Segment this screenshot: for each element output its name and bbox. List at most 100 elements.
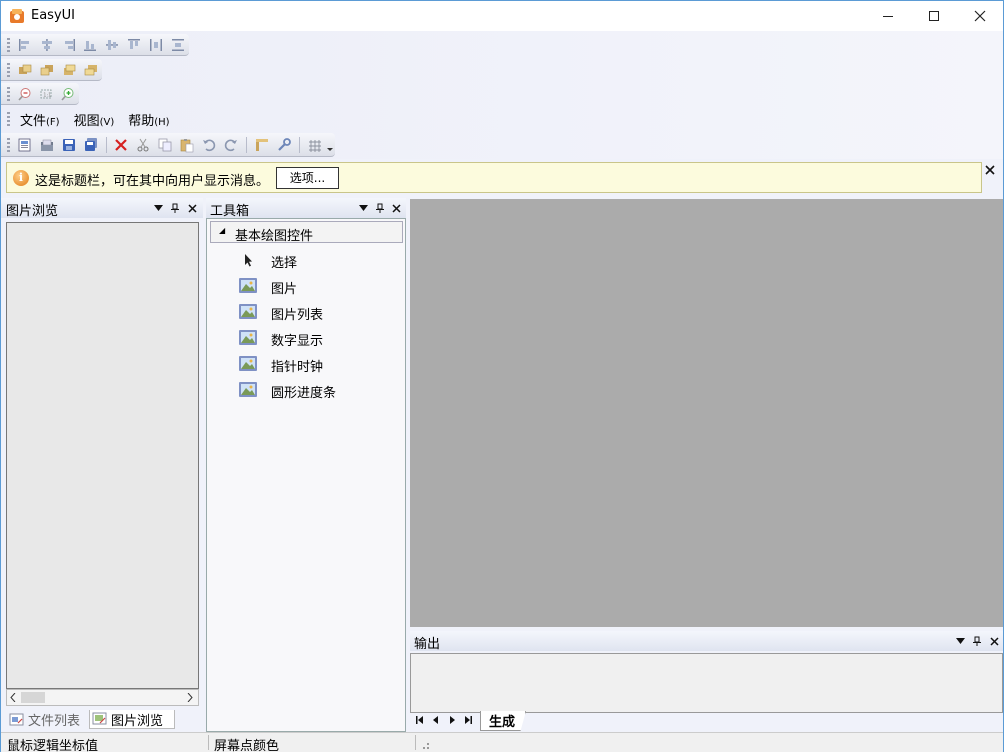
output-panel: 输出 生成 <box>410 631 1003 731</box>
tab-build[interactable]: 生成 <box>480 711 527 731</box>
menu-view[interactable]: 视图(V) <box>74 110 115 129</box>
send-backward-button[interactable] <box>82 62 99 78</box>
align-middle-button[interactable] <box>104 37 121 53</box>
bring-to-front-button[interactable] <box>16 62 33 78</box>
panel-pin-button[interactable] <box>373 199 387 217</box>
save-button[interactable] <box>60 137 77 153</box>
align-right-button[interactable] <box>60 37 77 53</box>
grid-button[interactable] <box>306 137 323 153</box>
redo-button[interactable] <box>223 137 240 153</box>
zoom-in-button[interactable] <box>60 86 77 102</box>
panel-dropdown-button[interactable] <box>356 199 370 217</box>
delete-button[interactable] <box>113 137 130 153</box>
toolbar-grip[interactable] <box>7 62 10 77</box>
close-button[interactable] <box>957 1 1003 31</box>
next-tab-button[interactable] <box>445 713 459 727</box>
first-tab-button[interactable] <box>413 713 427 727</box>
tab-image-browse-label: 图片浏览 <box>111 713 164 729</box>
bring-forward-button[interactable] <box>60 62 77 78</box>
new-file-icon <box>18 138 31 151</box>
output-tab-strip: 生成 <box>410 711 1003 731</box>
toolbox-item-image-list[interactable]: 图片列表 <box>237 300 397 323</box>
properties-button[interactable] <box>253 137 270 153</box>
distribute-vertical-button[interactable] <box>170 37 187 53</box>
tool-label: 图片列表 <box>271 308 324 323</box>
prev-tab-button[interactable] <box>429 713 443 727</box>
bring-forward-icon <box>63 64 76 75</box>
copy-icon <box>158 138 172 151</box>
tab-file-list-label: 文件列表 <box>28 714 81 729</box>
menu-help-label: 帮助 <box>128 113 155 129</box>
close-icon <box>391 203 401 213</box>
panel-close-button[interactable] <box>389 199 403 217</box>
scrollbar-thumb[interactable] <box>21 692 45 703</box>
status-screen-color: 屏幕点颜色 <box>214 739 280 754</box>
panel-pin-button[interactable] <box>168 199 182 217</box>
align-top-button[interactable] <box>126 37 143 53</box>
image-browse-icon <box>92 712 107 725</box>
align-center-icon <box>41 38 52 51</box>
zoom-out-button[interactable] <box>16 86 33 102</box>
menubar-grip[interactable] <box>7 112 10 126</box>
cut-button[interactable] <box>135 137 152 153</box>
menu-help[interactable]: 帮助(H) <box>128 110 169 129</box>
toolbox-item-circular-progress[interactable]: 圆形进度条 <box>237 378 397 401</box>
settings-button[interactable] <box>275 137 292 153</box>
title-bar[interactable]: EasyUI <box>1 1 1003 31</box>
toolbox-category[interactable]: ◢ 基本绘图控件 <box>210 221 403 244</box>
menu-file[interactable]: 文件(F) <box>20 110 60 129</box>
tab-file-list[interactable]: 文件列表 <box>7 710 80 729</box>
align-middle-icon <box>106 39 119 50</box>
toolbox-item-pointer-clock[interactable]: 指针时钟 <box>237 352 397 375</box>
distribute-horizontal-button[interactable] <box>148 37 165 53</box>
undo-button[interactable] <box>201 137 218 153</box>
infobar-close-button[interactable] <box>985 163 995 179</box>
align-left-button[interactable] <box>16 37 33 53</box>
open-button[interactable] <box>38 137 55 153</box>
resize-grip-icon[interactable] <box>419 739 431 751</box>
horizontal-scrollbar[interactable] <box>6 689 199 706</box>
close-icon <box>985 165 995 175</box>
output-header[interactable]: 输出 <box>410 631 1003 652</box>
output-text-area[interactable] <box>410 653 1003 713</box>
panel-close-button[interactable] <box>987 632 1001 650</box>
close-icon <box>989 636 999 646</box>
toolbar-grip[interactable] <box>7 37 10 52</box>
align-bottom-button[interactable] <box>82 37 99 53</box>
send-backward-icon <box>84 64 97 75</box>
tab-image-browse[interactable]: 图片浏览 <box>89 710 175 729</box>
toolbox-item-digital-display[interactable]: 数字显示 <box>237 326 397 349</box>
menu-help-key: (H) <box>154 116 170 128</box>
toolbar-overflow-button[interactable] <box>326 137 335 153</box>
toolbox-header[interactable]: 工具箱 <box>206 198 406 219</box>
picture-icon <box>239 382 257 397</box>
actual-size-button[interactable]: 1:1 <box>38 86 55 102</box>
toolbar-grip[interactable] <box>7 86 10 101</box>
panel-dropdown-button[interactable] <box>151 199 165 217</box>
distribute-vertical-icon <box>171 38 184 51</box>
image-browser-area[interactable] <box>6 222 199 689</box>
toolbox-item-select[interactable]: 选择 <box>237 248 397 271</box>
image-browser-header[interactable]: 图片浏览 <box>1 198 203 219</box>
align-center-button[interactable] <box>38 37 55 53</box>
toolbox-item-image[interactable]: 图片 <box>237 274 397 297</box>
options-button[interactable]: 选项... <box>276 167 339 189</box>
paste-button[interactable] <box>179 137 196 153</box>
maximize-button[interactable] <box>911 1 957 31</box>
panel-close-button[interactable] <box>185 199 199 217</box>
send-to-back-button[interactable] <box>38 62 55 78</box>
save-all-button[interactable] <box>82 137 99 153</box>
redo-icon <box>224 139 237 151</box>
document-workspace[interactable] <box>410 199 1003 627</box>
align-left-icon <box>18 38 29 51</box>
panel-dropdown-button[interactable] <box>953 632 967 650</box>
last-tab-button[interactable] <box>461 713 475 727</box>
pin-icon <box>973 636 981 646</box>
panel-pin-button[interactable] <box>970 632 984 650</box>
toolbar-grip[interactable] <box>7 137 10 152</box>
copy-button[interactable] <box>157 137 174 153</box>
minimize-button[interactable] <box>865 1 911 31</box>
save-all-icon <box>84 137 97 151</box>
new-button[interactable] <box>16 137 33 153</box>
delete-icon <box>115 138 128 151</box>
